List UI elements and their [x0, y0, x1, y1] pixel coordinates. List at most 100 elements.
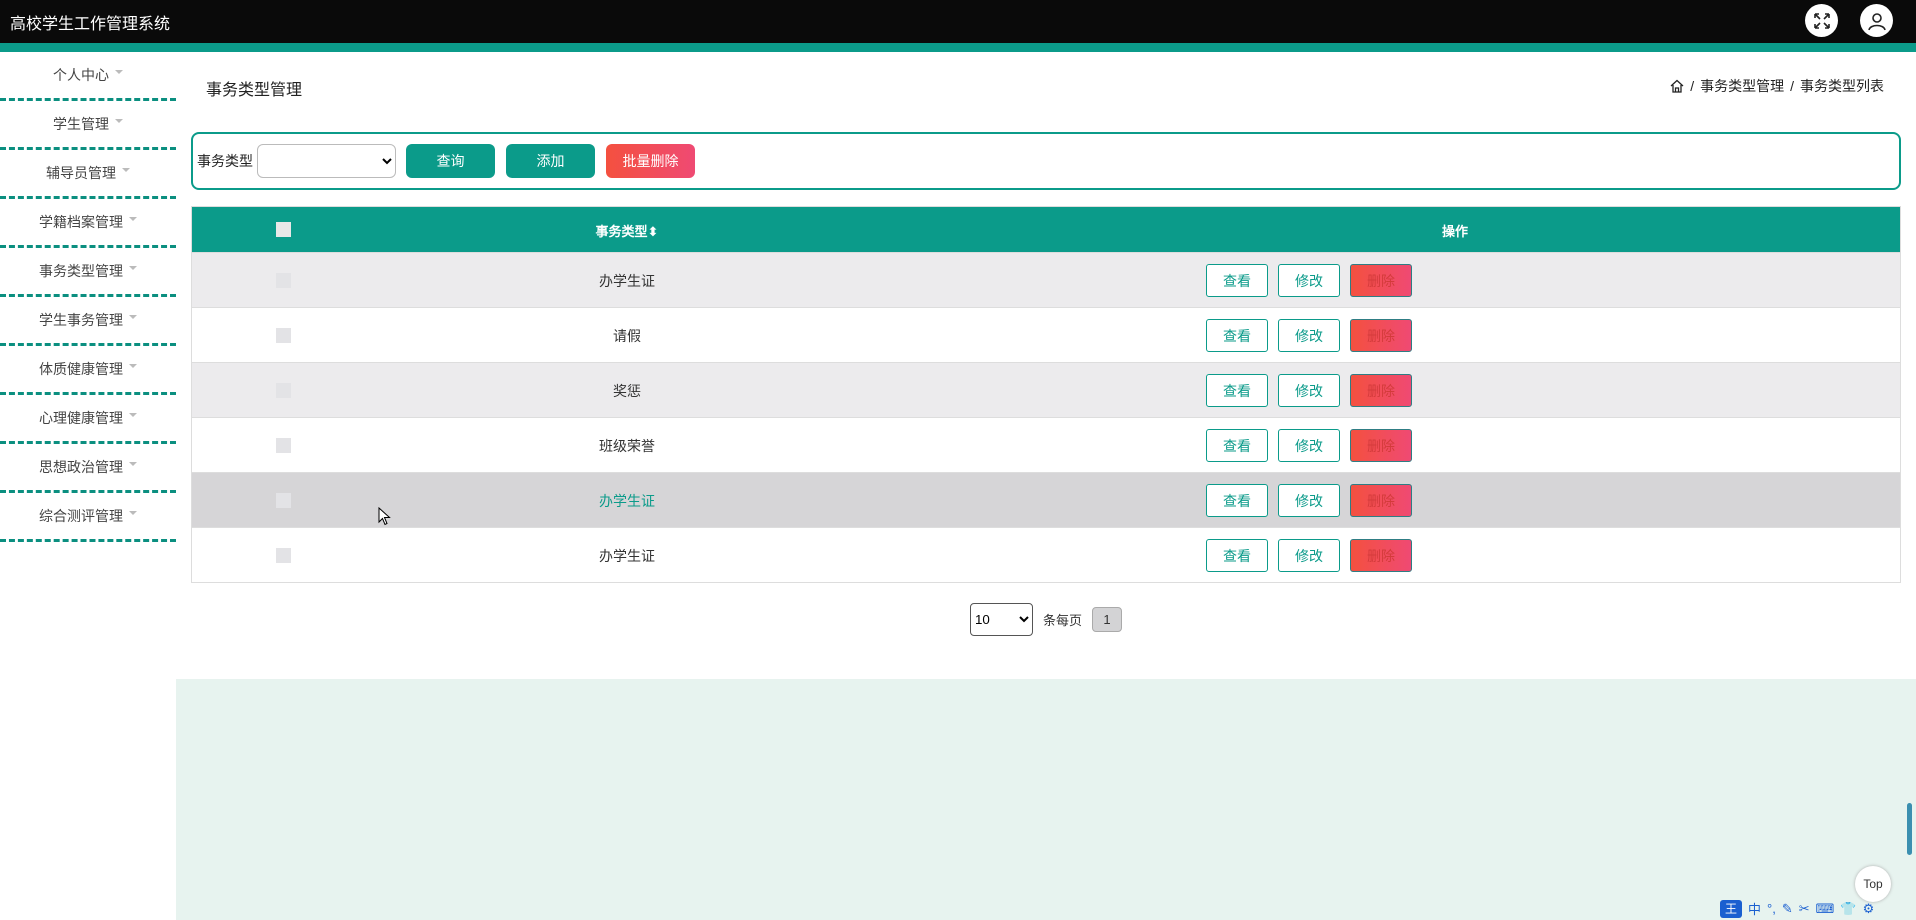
- add-button[interactable]: 添加: [506, 144, 595, 178]
- sidebar-item-label: 事务类型管理: [39, 263, 123, 279]
- view-button[interactable]: 查看: [1206, 539, 1268, 572]
- page-title: 事务类型管理: [206, 82, 303, 99]
- table-row: 奖惩 查看 修改 删除: [192, 362, 1900, 417]
- caret-down-icon: [129, 266, 137, 270]
- affair-type-label: 事务类型: [197, 153, 253, 169]
- sidebar-item-personal-center[interactable]: 个人中心: [0, 52, 176, 101]
- delete-button[interactable]: 删除: [1350, 484, 1412, 517]
- table-row: 办学生证 查看 修改 删除: [192, 527, 1900, 582]
- view-button[interactable]: 查看: [1206, 484, 1268, 517]
- sidebar-item-label: 心理健康管理: [39, 410, 123, 426]
- user-button[interactable]: [1860, 4, 1893, 37]
- delete-button[interactable]: 删除: [1350, 264, 1412, 297]
- sidebar-item-label: 学生管理: [53, 116, 109, 132]
- user-icon: [1867, 12, 1886, 30]
- row-checkbox[interactable]: [276, 328, 291, 343]
- fullscreen-icon: [1813, 12, 1830, 29]
- sidebar-item-records[interactable]: 学籍档案管理: [0, 199, 176, 248]
- breadcrumb-separator: /: [1690, 78, 1695, 94]
- sidebar-item-label: 学生事务管理: [39, 312, 123, 328]
- sidebar: 个人中心 学生管理 辅导员管理 学籍档案管理 事务类型管理 学生事务管理 体质健…: [0, 52, 176, 542]
- keyboard-icon[interactable]: ⌨: [1816, 901, 1835, 917]
- edit-button[interactable]: 修改: [1278, 264, 1340, 297]
- query-button[interactable]: 查询: [406, 144, 495, 178]
- cell-affair-type: 办学生证: [599, 493, 655, 509]
- content-footer-area: [176, 679, 1916, 920]
- app-title: 高校学生工作管理系统: [10, 16, 171, 33]
- row-checkbox[interactable]: [276, 548, 291, 563]
- affair-type-table: 事务类型⬍ 操作 办学生证 查看 修改 删除 请假 查看 修改 删除 奖惩 查看…: [191, 206, 1901, 583]
- breadcrumb-item[interactable]: 事务类型管理: [1700, 76, 1784, 96]
- cell-affair-type: 办学生证: [599, 273, 655, 289]
- select-all-checkbox[interactable]: [276, 222, 291, 237]
- cell-affair-type: 请假: [613, 328, 641, 344]
- page-number-button[interactable]: 1: [1092, 607, 1123, 632]
- ime-toolbar: 王 中 °, ✎ ✂ ⌨ 👕 ⚙: [1720, 899, 1874, 918]
- table-header: 事务类型⬍ 操作: [192, 207, 1900, 252]
- cell-affair-type: 班级荣誉: [599, 438, 655, 454]
- sidebar-item-student-affairs[interactable]: 学生事务管理: [0, 297, 176, 346]
- caret-down-icon: [115, 70, 123, 74]
- sidebar-item-affair-types[interactable]: 事务类型管理: [0, 248, 176, 297]
- delete-button[interactable]: 删除: [1350, 319, 1412, 352]
- sidebar-item-students[interactable]: 学生管理: [0, 101, 176, 150]
- caret-down-icon: [129, 511, 137, 515]
- pagination: 10 条每页 1: [970, 603, 1123, 636]
- ime-logo[interactable]: 王: [1720, 899, 1742, 918]
- home-icon[interactable]: [1670, 79, 1684, 93]
- sort-icon[interactable]: ⬍: [648, 224, 659, 239]
- affair-type-select[interactable]: [257, 144, 396, 178]
- settings-icon[interactable]: ⚙: [1863, 901, 1875, 917]
- view-button[interactable]: 查看: [1206, 429, 1268, 462]
- delete-button[interactable]: 删除: [1350, 539, 1412, 572]
- view-button[interactable]: 查看: [1206, 374, 1268, 407]
- caret-down-icon: [129, 315, 137, 319]
- sidebar-item-counselors[interactable]: 辅导员管理: [0, 150, 176, 199]
- column-header-name[interactable]: 事务类型⬍: [547, 221, 707, 240]
- sidebar-item-evaluation[interactable]: 综合测评管理: [0, 493, 176, 542]
- row-checkbox[interactable]: [276, 438, 291, 453]
- edit-button[interactable]: 修改: [1278, 429, 1340, 462]
- row-checkbox[interactable]: [276, 383, 291, 398]
- edit-button[interactable]: 修改: [1278, 374, 1340, 407]
- edit-button[interactable]: 修改: [1278, 484, 1340, 517]
- row-checkbox[interactable]: [276, 273, 291, 288]
- shirt-icon[interactable]: 👕: [1840, 901, 1856, 917]
- pen-icon[interactable]: ✎: [1782, 901, 1793, 917]
- delete-button[interactable]: 删除: [1350, 429, 1412, 462]
- fullscreen-button[interactable]: [1805, 4, 1838, 37]
- ime-mode[interactable]: 中: [1748, 899, 1761, 918]
- delete-button[interactable]: 删除: [1350, 374, 1412, 407]
- column-header-label: 事务类型: [595, 224, 648, 239]
- table-row: 请假 查看 修改 删除: [192, 307, 1900, 362]
- per-page-label: 条每页: [1043, 613, 1083, 628]
- sidebar-item-label: 学籍档案管理: [39, 214, 123, 230]
- row-checkbox[interactable]: [276, 493, 291, 508]
- sidebar-item-mental-health[interactable]: 心理健康管理: [0, 395, 176, 444]
- breadcrumb: / 事务类型管理 / 事务类型列表: [1670, 76, 1884, 96]
- view-button[interactable]: 查看: [1206, 319, 1268, 352]
- edit-button[interactable]: 修改: [1278, 319, 1340, 352]
- table-row: 办学生证 查看 修改 删除: [192, 252, 1900, 307]
- sidebar-item-political[interactable]: 思想政治管理: [0, 444, 176, 493]
- punctuation-icon[interactable]: °,: [1767, 901, 1776, 916]
- table-row: 班级荣誉 查看 修改 删除: [192, 417, 1900, 472]
- cell-affair-type: 奖惩: [613, 383, 641, 399]
- mouse-cursor-icon: [378, 507, 391, 526]
- caret-down-icon: [129, 217, 137, 221]
- sidebar-item-physical-health[interactable]: 体质健康管理: [0, 346, 176, 395]
- batch-delete-button[interactable]: 批量删除: [606, 144, 695, 178]
- caret-down-icon: [115, 119, 123, 123]
- scissors-icon[interactable]: ✂: [1799, 901, 1810, 917]
- sidebar-item-label: 思想政治管理: [39, 459, 123, 475]
- sidebar-item-label: 个人中心: [53, 67, 109, 83]
- page-size-select[interactable]: 10: [970, 603, 1033, 636]
- caret-down-icon: [129, 364, 137, 368]
- edit-button[interactable]: 修改: [1278, 539, 1340, 572]
- header-accent-strip: [0, 43, 1916, 52]
- view-button[interactable]: 查看: [1206, 264, 1268, 297]
- caret-down-icon: [129, 462, 137, 466]
- back-to-top-button[interactable]: Top: [1855, 866, 1891, 902]
- sidebar-item-label: 辅导员管理: [46, 165, 116, 181]
- scrollbar-thumb[interactable]: [1907, 803, 1912, 855]
